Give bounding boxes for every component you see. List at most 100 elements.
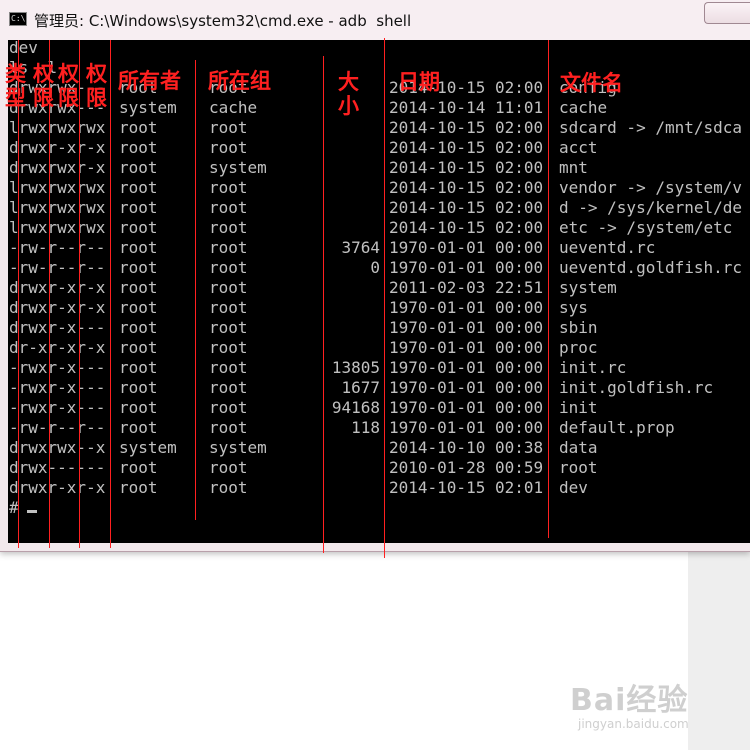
- group-cell: root: [209, 238, 248, 257]
- filename-cell: init.rc: [559, 358, 627, 377]
- group-cell: root: [209, 378, 248, 397]
- date-cell: 1970-01-01 00:00: [389, 358, 544, 377]
- size-cell: 1677: [341, 378, 380, 397]
- filename-cell: root: [559, 458, 598, 477]
- filename-cell: default.prop: [559, 418, 675, 437]
- listing-row: drwxr-xr-x root root 2014-10-15 02:01 dev: [9, 478, 749, 498]
- console-area[interactable]: dev ls -l drwxrwx--- root root 2014-10-15 02:…: [8, 40, 750, 543]
- owner-cell: root: [119, 298, 158, 317]
- window-controls[interactable]: [704, 2, 750, 24]
- label-size: 大小: [338, 70, 359, 118]
- column-divider: [49, 40, 50, 548]
- date-cell: 2014-10-14 11:01: [389, 98, 544, 117]
- owner-cell: root: [119, 198, 158, 217]
- date-cell: 1970-01-01 00:00: [389, 418, 544, 437]
- size-cell: 13805: [331, 358, 380, 377]
- listing-row: drwxrwx--- system cache 2014-10-14 11:01 cac…: [9, 98, 749, 118]
- label-date: 日期: [398, 70, 440, 94]
- date-cell: 1970-01-01 00:00: [389, 398, 544, 417]
- listing-row: drwx------ root root 2010-01-28 00:59 root: [9, 458, 749, 478]
- title-bar[interactable]: C:\ 管理员: C:\Windows\system32\cmd.exe - a…: [0, 0, 750, 40]
- group-cell: root: [209, 258, 248, 277]
- permissions-cell: -rw-r--r--: [9, 258, 106, 277]
- permissions-cell: drwx------: [9, 458, 106, 477]
- column-divider: [18, 40, 19, 548]
- filename-cell: etc -> /system/etc: [559, 218, 733, 237]
- window-title: 管理员: C:\Windows\system32\cmd.exe - adb s…: [34, 12, 412, 30]
- listing-row: lrwxrwxrwx root root 2014-10-15 02:00 d -> /…: [9, 198, 749, 218]
- filename-cell: data: [559, 438, 598, 457]
- date-cell: 1970-01-01 00:00: [389, 258, 544, 277]
- listing-row: drwxrwxr-x root system 2014-10-15 02:00 mnt: [9, 158, 749, 178]
- filename-cell: sys: [559, 298, 588, 317]
- permissions-cell: drwxr-xr-x: [9, 138, 106, 157]
- listing-row: drwxr-x--- root root 1970-01-01 00:00 sbin: [9, 318, 749, 338]
- permissions-cell: drwxrwx--x: [9, 438, 106, 457]
- watermark-url: jingyan.baidu.com: [578, 717, 689, 731]
- listing-row: drwxr-xr-x root root 2011-02-03 22:51 system: [9, 278, 749, 298]
- permissions-cell: -rwxr-x---: [9, 398, 106, 417]
- owner-cell: root: [119, 478, 158, 497]
- group-cell: root: [209, 458, 248, 477]
- owner-cell: root: [119, 318, 158, 337]
- watermark-logo: Bai经验: [570, 683, 689, 718]
- filename-cell: ueventd.rc: [559, 238, 656, 257]
- permissions-cell: drwxr-xr-x: [9, 478, 106, 497]
- owner-cell: root: [119, 178, 158, 197]
- permissions-cell: lrwxrwxrwx: [9, 198, 106, 217]
- group-cell: root: [209, 358, 248, 377]
- group-cell: root: [209, 318, 248, 337]
- column-divider: [110, 40, 111, 548]
- listing-row: -rw-r--r-- root root 118 1970-01-01 00:00 def…: [9, 418, 749, 438]
- listing-row: lrwxrwxrwx root root 2014-10-15 02:00 vendor…: [9, 178, 749, 198]
- owner-cell: root: [119, 258, 158, 277]
- permissions-cell: dr-xr-xr-x: [9, 338, 106, 357]
- group-cell: root: [209, 178, 248, 197]
- listing-row: drwxr-xr-x root root 1970-01-01 00:00 sys: [9, 298, 749, 318]
- filename-cell: mnt: [559, 158, 588, 177]
- permissions-cell: -rwxr-x---: [9, 378, 106, 397]
- listing-row: drwxr-xr-x root root 2014-10-15 02:00 acct: [9, 138, 749, 158]
- date-cell: 2014-10-15 02:00: [389, 198, 544, 217]
- group-cell: root: [209, 398, 248, 417]
- size-cell: 118: [351, 418, 380, 437]
- background-panel: [688, 548, 750, 750]
- permissions-cell: -rwxr-x---: [9, 358, 106, 377]
- owner-cell: root: [119, 138, 158, 157]
- console-line: dev: [9, 40, 38, 57]
- cmd-icon[interactable]: C:\: [9, 12, 27, 26]
- permissions-cell: lrwxrwxrwx: [9, 178, 106, 197]
- group-cell: cache: [209, 98, 258, 117]
- owner-cell: root: [119, 338, 158, 357]
- filename-cell: dev: [559, 478, 588, 497]
- permissions-cell: -rw-r--r--: [9, 418, 106, 437]
- filename-cell: sdcard -> /mnt/sdca: [559, 118, 743, 137]
- date-cell: 2014-10-15 02:00: [389, 138, 544, 157]
- group-cell: root: [209, 218, 248, 237]
- size-cell: 0: [370, 258, 380, 277]
- date-cell: 2014-10-15 02:00: [389, 118, 544, 137]
- owner-cell: root: [119, 458, 158, 477]
- listing-row: -rwxr-x--- root root 1677 1970-01-01 00:00 in…: [9, 378, 749, 398]
- date-cell: 2014-10-10 00:38: [389, 438, 544, 457]
- group-cell: root: [209, 478, 248, 497]
- date-cell: 2014-10-15 02:00: [389, 178, 544, 197]
- owner-cell: system: [119, 438, 177, 457]
- column-divider: [79, 40, 80, 548]
- column-divider: [384, 38, 385, 558]
- column-divider: [548, 40, 549, 538]
- owner-cell: root: [119, 158, 158, 177]
- permissions-cell: lrwxrwxrwx: [9, 118, 106, 137]
- permissions-cell: drwxr-xr-x: [9, 278, 106, 297]
- group-cell: root: [209, 118, 248, 137]
- group-cell: root: [209, 298, 248, 317]
- group-cell: system: [209, 158, 267, 177]
- label-owner: 所有者: [118, 69, 181, 93]
- listing-row: dr-xr-xr-x root root 1970-01-01 00:00 proc: [9, 338, 749, 358]
- filename-cell: d -> /sys/kernel/de: [559, 198, 743, 217]
- size-cell: 94168: [331, 398, 380, 417]
- column-divider: [323, 56, 324, 553]
- listing-row: lrwxrwxrwx root root 2014-10-15 02:00 etc ->…: [9, 218, 749, 238]
- permissions-cell: drwxr-xr-x: [9, 298, 106, 317]
- date-cell: 1970-01-01 00:00: [389, 378, 544, 397]
